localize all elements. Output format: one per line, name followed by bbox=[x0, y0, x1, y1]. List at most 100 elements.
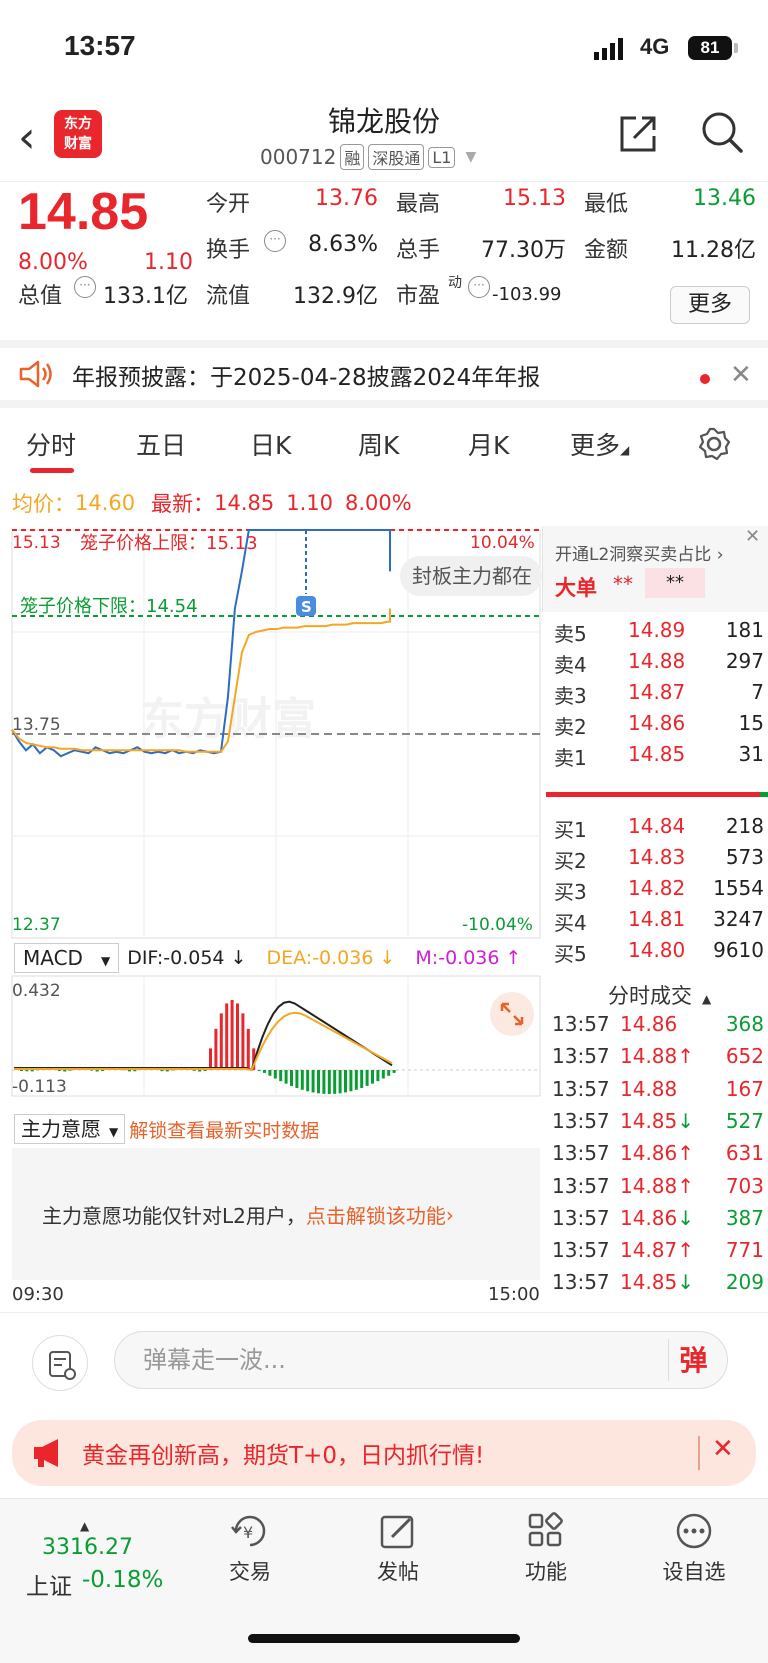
macd-dea: DEA:-0.036 ↓ bbox=[266, 947, 396, 969]
tab-five-day[interactable]: 五日 bbox=[136, 426, 186, 462]
nav-trade[interactable]: ¥ 交易 bbox=[200, 1511, 300, 1586]
bid-price: 14.81 bbox=[628, 907, 686, 931]
comment-bar: 弹幕走一波... 弹 bbox=[0, 1312, 768, 1408]
gear-icon[interactable] bbox=[696, 426, 732, 462]
macd-bar bbox=[365, 1070, 369, 1086]
tag-connect: 深股通 bbox=[368, 144, 425, 170]
ask-volume: 15 bbox=[738, 711, 764, 735]
pe-label: 市盈 bbox=[396, 284, 441, 309]
index-value[interactable]: 3316.27 bbox=[42, 1535, 133, 1560]
stock-header: ‹ 东方 财富 锦龙股份 000712 融 深股通 L1 ▼ bbox=[0, 96, 768, 182]
nav-add-watchlist[interactable]: 设自选 bbox=[644, 1511, 744, 1586]
trade-time: 13:57 bbox=[552, 1173, 610, 1198]
edit-icon bbox=[380, 1515, 414, 1549]
mcap-label: 总值 bbox=[18, 284, 63, 309]
trade-price: 14.86↑ bbox=[620, 1141, 695, 1166]
macd-bar bbox=[192, 1070, 196, 1071]
expand-button bbox=[490, 992, 534, 1036]
l2-promo[interactable]: 开通L2洞察买卖占比 › ✕ 大单 ** ** bbox=[542, 526, 768, 612]
l2-title-text: 开通L2洞察买卖占比 bbox=[555, 545, 712, 565]
bid-price: 14.83 bbox=[628, 845, 686, 869]
send-comment-button[interactable]: 弹 bbox=[668, 1339, 718, 1381]
nav-functions[interactable]: 功能 bbox=[496, 1511, 596, 1586]
volume-value: 77.30万 bbox=[481, 238, 566, 263]
trade-price: 14.88↑ bbox=[620, 1044, 695, 1069]
bid-price: 14.80 bbox=[628, 938, 686, 962]
trades-title-text: 分时成交 bbox=[608, 984, 692, 1008]
tab-monthly-k[interactable]: 月K bbox=[468, 426, 509, 462]
high-label: 最高 bbox=[396, 192, 441, 217]
trade-time: 13:57 bbox=[552, 1141, 610, 1166]
macd-bar bbox=[290, 1070, 293, 1086]
macd-bar bbox=[25, 1070, 29, 1072]
index-name: 上证 bbox=[26, 1574, 72, 1600]
expand-up-icon[interactable]: ▲ bbox=[80, 1519, 89, 1533]
trade-time: 13:57 bbox=[552, 1205, 610, 1230]
trade-price: 14.88↑ bbox=[620, 1173, 695, 1198]
grid-icon bbox=[528, 1512, 563, 1547]
macd-bar bbox=[68, 1070, 72, 1071]
search-icon[interactable] bbox=[700, 110, 744, 154]
trade-volume: 652 bbox=[725, 1044, 764, 1069]
down-arrow-icon: ↓ bbox=[677, 1205, 695, 1230]
chart-legend: 均价： 14.60 最新： 14.85 1.10 8.00% bbox=[12, 488, 412, 518]
comment-list-icon[interactable] bbox=[32, 1335, 88, 1391]
turnover-label: 换手 bbox=[206, 238, 251, 263]
unlock-link[interactable]: 解锁查看最新实时数据 bbox=[129, 1116, 319, 1143]
low-value: 13.46 bbox=[693, 186, 756, 211]
avg-value: 14.60 bbox=[75, 491, 136, 515]
x-start-label: 09:30 bbox=[12, 1284, 64, 1305]
nav-post-label: 发帖 bbox=[377, 1560, 419, 1584]
down-arrow-icon: ↓ bbox=[677, 1270, 695, 1295]
info-dots-icon[interactable]: ··· bbox=[468, 276, 490, 298]
trades-title[interactable]: 分时成交 ▲ bbox=[608, 980, 711, 1010]
nav-functions-label: 功能 bbox=[525, 1560, 567, 1584]
trade-icon: ¥ bbox=[231, 1515, 266, 1547]
trade-time: 13:57 bbox=[552, 1108, 610, 1133]
trade-time: 13:57 bbox=[552, 1238, 610, 1263]
macd-bar bbox=[392, 1070, 396, 1073]
macd-bar bbox=[214, 1028, 218, 1070]
ask-price: 14.86 bbox=[628, 711, 686, 735]
macd-bar bbox=[371, 1070, 374, 1084]
tab-daily-k[interactable]: 日K bbox=[250, 426, 291, 462]
x-end-label: 15:00 bbox=[488, 1284, 540, 1305]
comment-input[interactable]: 弹幕走一波... bbox=[114, 1331, 728, 1389]
ad-banner[interactable]: 黄金再创新高，期货T+0，日内抓行情! ✕ bbox=[12, 1420, 756, 1486]
tab-weekly-k[interactable]: 周K bbox=[358, 426, 399, 462]
tag-level: L1 bbox=[428, 146, 456, 168]
macd-bar bbox=[101, 1070, 104, 1071]
tab-more[interactable]: 更多◢ bbox=[570, 426, 629, 462]
macd-bar bbox=[246, 1028, 250, 1070]
stock-subtitle[interactable]: 000712 融 深股通 L1 ▼ bbox=[260, 144, 476, 170]
indicator-select[interactable]: MACD ▼ bbox=[14, 943, 120, 973]
chevron-right-icon[interactable]: › bbox=[446, 1203, 454, 1227]
info-dots-icon[interactable]: ··· bbox=[74, 276, 96, 298]
share-icon[interactable] bbox=[616, 112, 660, 156]
more-button[interactable]: 更多 bbox=[670, 286, 750, 324]
close-icon[interactable]: ✕ bbox=[712, 1434, 734, 1464]
intent-select[interactable]: 主力意愿 ▼ bbox=[14, 1114, 126, 1144]
macd-top-label: 0.432 bbox=[12, 981, 61, 1001]
ask-volume: 7 bbox=[751, 680, 764, 704]
latest-value: 14.85 bbox=[214, 491, 275, 515]
book-ratio-green bbox=[760, 792, 768, 797]
stock-code: 000712 bbox=[260, 145, 337, 169]
pct-top-label: 10.04% bbox=[470, 533, 535, 553]
down-arrow-icon: ↓ bbox=[677, 1108, 695, 1133]
clock: 13:57 bbox=[64, 30, 136, 61]
macd-bar bbox=[311, 1070, 315, 1093]
macd-bar bbox=[95, 1070, 99, 1072]
trade-volume: 209 bbox=[725, 1270, 764, 1295]
close-icon[interactable]: ✕ bbox=[730, 360, 752, 390]
latest-change: 1.10 bbox=[286, 491, 334, 515]
info-dots-icon[interactable]: ··· bbox=[264, 230, 286, 252]
ask-volume: 181 bbox=[725, 618, 764, 642]
notice-bar[interactable]: 年报预披露：于2025-04-28披露2024年年报 ✕ bbox=[0, 340, 768, 408]
close-icon[interactable]: ✕ bbox=[745, 526, 760, 547]
intraday-chart[interactable]: 东方财富 15.13 笼子价格上限：15.13 10.04% 笼子价格下限：14… bbox=[0, 526, 542, 1116]
unlock-feature-link[interactable]: 点击解锁该功能 bbox=[306, 1200, 446, 1229]
nav-post[interactable]: 发帖 bbox=[348, 1511, 448, 1586]
tab-intraday[interactable]: 分时 bbox=[26, 426, 76, 462]
trade-volume: 527 bbox=[725, 1108, 764, 1133]
